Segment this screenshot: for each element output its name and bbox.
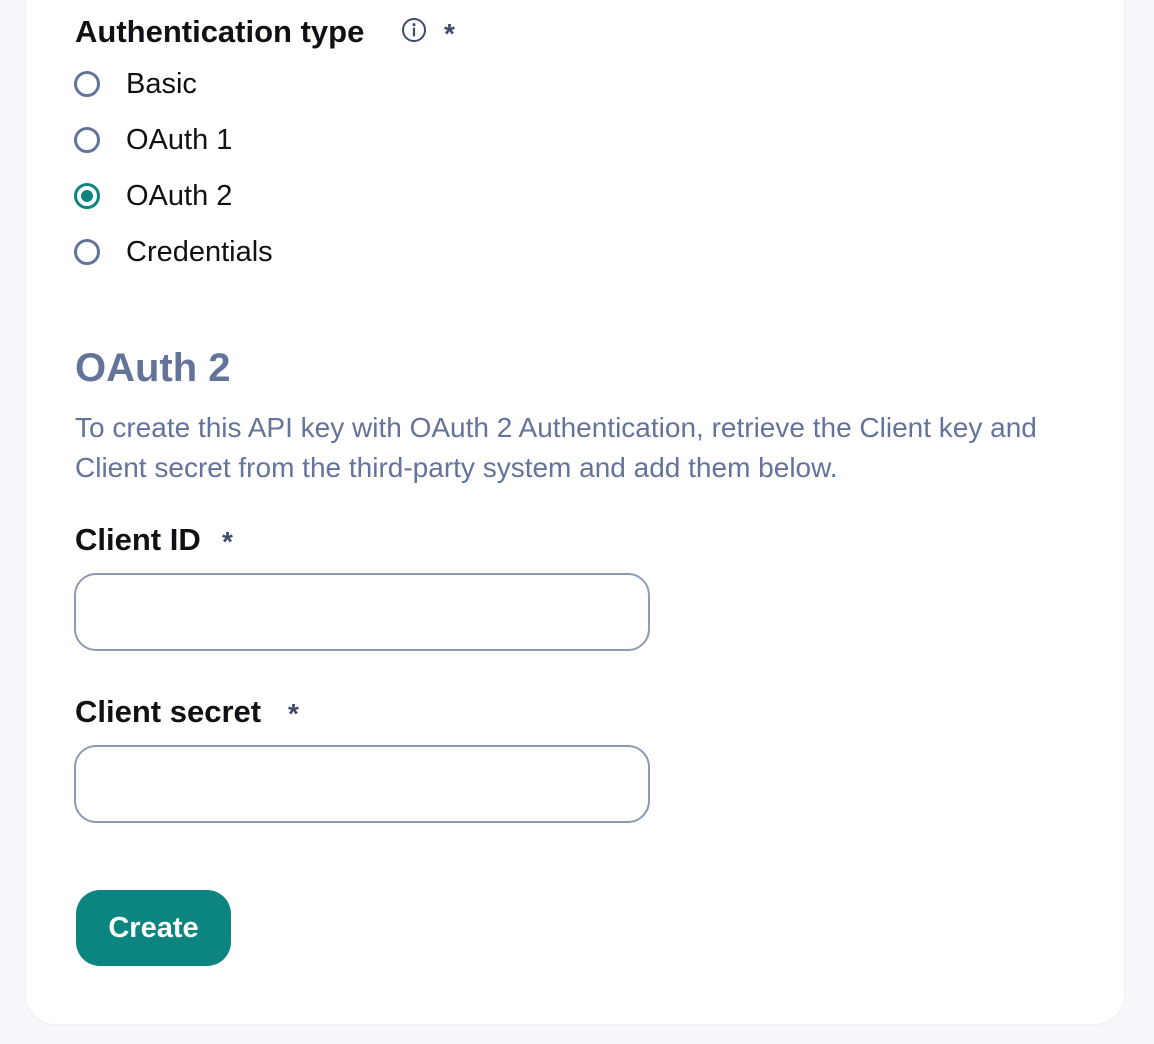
radio-button-oauth1[interactable] (74, 127, 100, 153)
client-id-label-text: Client ID (75, 522, 201, 557)
client-id-label: Client ID (75, 521, 201, 559)
create-button[interactable]: Create (76, 890, 231, 966)
auth-type-label: Authentication type (75, 13, 364, 51)
client-id-required-marker: * (222, 526, 233, 557)
oauth2-section-heading: OAuth 2 (75, 346, 231, 390)
radio-option-credentials[interactable]: Credentials (74, 232, 273, 272)
radio-label-oauth1: OAuth 1 (126, 124, 233, 156)
radio-button-credentials[interactable] (74, 239, 100, 265)
oauth2-section-description: To create this API key with OAuth 2 Auth… (75, 412, 1037, 483)
radio-label-credentials: Credentials (126, 236, 273, 268)
radio-label-oauth2: OAuth 2 (126, 180, 233, 212)
client-secret-input[interactable] (74, 745, 650, 823)
client-secret-label-text: Client secret (75, 694, 262, 729)
client-id-input[interactable] (74, 573, 650, 651)
radio-option-oauth2[interactable]: OAuth 2 (74, 176, 232, 216)
info-circle-icon[interactable] (401, 17, 427, 43)
client-secret-required-marker: * (288, 698, 299, 729)
auth-type-required-marker: * (444, 18, 455, 49)
auth-type-label-text: Authentication type (75, 14, 365, 49)
radio-option-oauth1[interactable]: OAuth 1 (74, 120, 232, 160)
radio-button-oauth2[interactable] (74, 183, 100, 209)
radio-button-basic[interactable] (74, 71, 100, 97)
radio-label-basic: Basic (126, 68, 197, 100)
radio-option-basic[interactable]: Basic (74, 64, 197, 104)
client-secret-label: Client secret (75, 693, 261, 731)
